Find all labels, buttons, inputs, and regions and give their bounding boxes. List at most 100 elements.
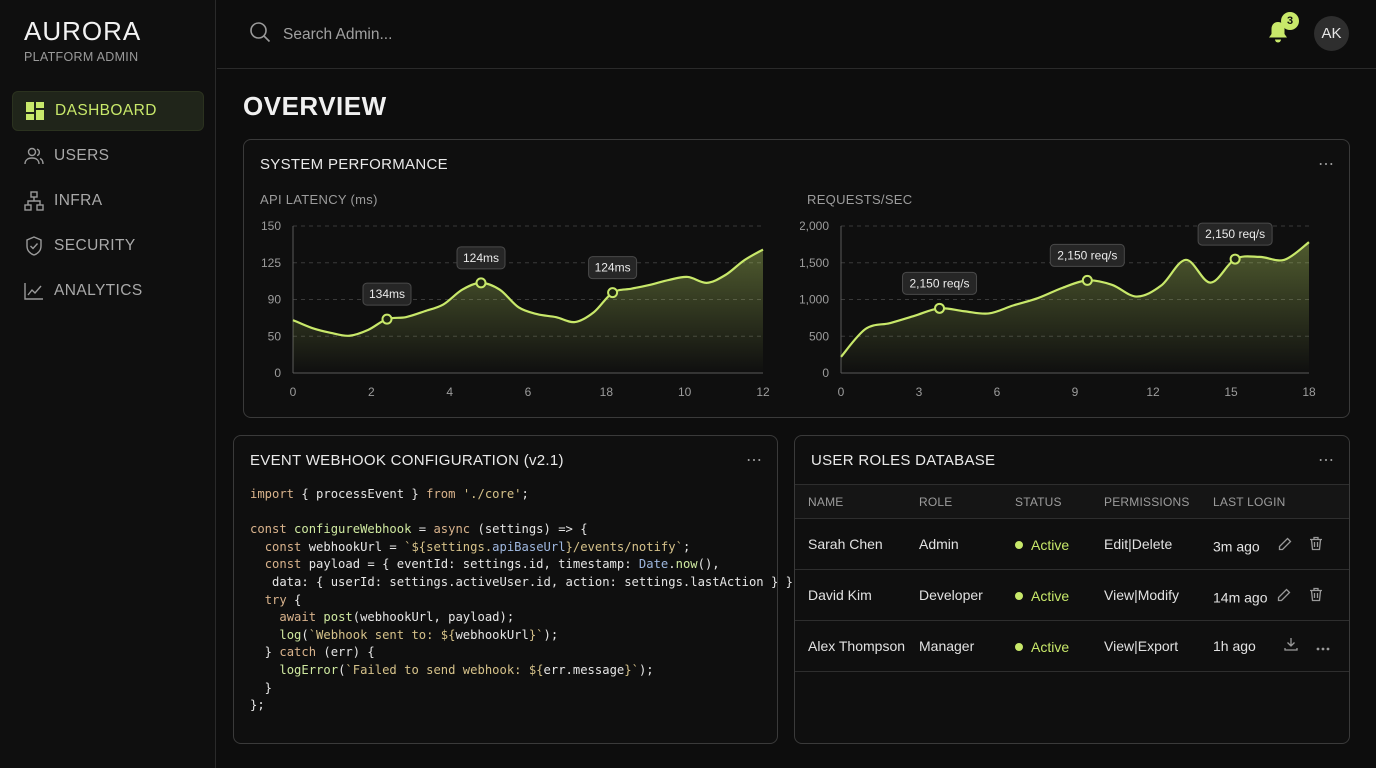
column-header[interactable]: LAST LOGIN (1213, 484, 1349, 519)
more-options-icon[interactable]: ⋯ (1318, 450, 1335, 470)
last-login-cell: 3m ago (1213, 518, 1349, 570)
edit-icon[interactable] (1273, 584, 1295, 606)
data-point (934, 302, 946, 314)
x-tick-label: 10 (678, 385, 692, 399)
x-tick-label: 18 (600, 385, 614, 399)
infra-icon (24, 191, 44, 211)
table-row[interactable]: Alex Thompson Manager Active View|Export… (795, 620, 1349, 672)
table-row[interactable]: Sarah Chen Admin Active Edit|Delete 3m a… (795, 518, 1349, 570)
status-badge: Active (1015, 639, 1069, 655)
sidebar-item-label: ANALYTICS (54, 282, 143, 299)
code-block: import { processEvent } from './core'; c… (250, 487, 801, 713)
user-role: Manager (919, 620, 1015, 672)
status-badge: Active (1015, 588, 1069, 604)
status-cell: Active (1015, 518, 1104, 570)
status-dot (1015, 591, 1023, 600)
user-permissions: View|Modify (1104, 569, 1213, 621)
sidebar-item-infra[interactable]: INFRA (12, 181, 204, 221)
last-login-cell: 1h ago (1213, 620, 1349, 672)
user-name: Sarah Chen (795, 518, 919, 570)
user-roles-table: NAME ROLE STATUS PERMISSIONS LAST LOGIN … (795, 484, 1349, 672)
data-point (1229, 253, 1241, 265)
more-options-icon[interactable]: ⋯ (746, 450, 763, 470)
brand-name: AURORA (24, 16, 142, 46)
y-tick-label: 50 (268, 329, 282, 343)
status-badge: Active (1015, 537, 1069, 553)
edit-icon[interactable] (1274, 533, 1296, 555)
search-input[interactable] (283, 25, 683, 44)
last-login: 3m ago (1213, 538, 1260, 555)
chart-title: API LATENCY (ms) (260, 192, 378, 207)
data-point (381, 313, 393, 325)
x-tick-label: 0 (838, 385, 845, 399)
search-icon (249, 21, 271, 48)
last-login: 1h ago (1213, 637, 1256, 654)
y-tick-label: 0 (822, 366, 829, 380)
table-row[interactable]: David Kim Developer Active View|Modify 1… (795, 569, 1349, 621)
user-name: Alex Thompson (795, 620, 919, 672)
card-title: USER ROLES DATABASE (811, 452, 996, 469)
data-point (1081, 274, 1093, 286)
user-role: Developer (919, 569, 1015, 621)
status-cell: Active (1015, 569, 1104, 621)
y-tick-label: 90 (268, 293, 282, 307)
column-header[interactable]: STATUS (1015, 484, 1104, 519)
sidebar-item-users[interactable]: USERS (12, 136, 204, 176)
avatar[interactable]: AK (1314, 16, 1349, 51)
system-performance-card: SYSTEM PERFORMANCE ⋯ API LATENCY (ms) 15… (243, 139, 1350, 418)
last-login: 14m ago (1213, 589, 1268, 606)
tooltip-label: 2,150 req/s (1205, 227, 1265, 241)
sidebar-item-label: DASHBOARD (55, 102, 157, 119)
user-role: Admin (919, 518, 1015, 570)
x-tick-label: 6 (994, 385, 1001, 399)
x-tick-label: 6 (525, 385, 532, 399)
requests-chart: 2,000 1,500 1,000 500 00 3 6 9 12 15 18 2,150 req/s… (800, 219, 1316, 399)
column-header[interactable]: NAME (795, 484, 919, 519)
status-cell: Active (1015, 620, 1104, 672)
download-icon[interactable] (1280, 633, 1302, 655)
column-header[interactable]: PERMISSIONS (1104, 484, 1213, 519)
y-tick-label: 500 (809, 329, 829, 343)
analytics-icon (24, 281, 44, 301)
sidebar-item-dashboard[interactable]: DASHBOARD (12, 91, 204, 131)
x-tick-label: 12 (1146, 385, 1160, 399)
sidebar-nav: DASHBOARD USERS INFRA SECURITY ANALYTICS (12, 91, 204, 316)
x-tick-label: 4 (446, 385, 453, 399)
x-tick-label: 15 (1224, 385, 1238, 399)
data-point (607, 287, 619, 299)
more-options-icon[interactable]: ⋯ (1318, 154, 1335, 174)
x-tick-label: 3 (916, 385, 923, 399)
sidebar-item-analytics[interactable]: ANALYTICS (12, 271, 204, 311)
chart-title: REQUESTS/SEC (807, 192, 913, 207)
trash-icon[interactable] (1305, 533, 1327, 555)
top-bar: 3 AK (217, 0, 1376, 69)
x-tick-label: 9 (1072, 385, 1079, 399)
more-icon[interactable] (1312, 638, 1334, 660)
notification-badge: 3 (1281, 12, 1299, 30)
y-tick-label: 2,000 (800, 219, 829, 233)
y-tick-label: 150 (261, 219, 281, 233)
user-roles-card: USER ROLES DATABASE ⋯ NAME ROLE STATUS P… (794, 435, 1350, 744)
status-label: Active (1031, 536, 1070, 553)
latency-chart: 150 125 90 50 00 2 4 6 18 10 12 134ms 124ms 124ms (261, 219, 770, 399)
sidebar: AURORA PLATFORM ADMIN DASHBOARD USERS IN… (0, 0, 216, 768)
x-tick-label: 0 (290, 385, 297, 399)
sidebar-item-label: INFRA (54, 192, 103, 209)
user-permissions: Edit|Delete (1104, 518, 1213, 570)
table-header-row: NAME ROLE STATUS PERMISSIONS LAST LOGIN (795, 484, 1349, 519)
page-title: OVERVIEW (243, 91, 387, 121)
tooltip-label: 134ms (369, 287, 405, 301)
data-point (475, 277, 487, 289)
tooltip-label: 124ms (595, 261, 631, 275)
status-label: Active (1031, 638, 1070, 655)
trash-icon[interactable] (1305, 584, 1327, 606)
x-tick-label: 2 (368, 385, 375, 399)
x-tick-label: 12 (756, 385, 770, 399)
user-permissions: View|Export (1104, 620, 1213, 672)
search-bar (249, 21, 683, 48)
y-tick-label: 1,500 (800, 256, 829, 270)
y-tick-label: 125 (261, 256, 281, 270)
column-header[interactable]: ROLE (919, 484, 1015, 519)
y-tick-label: 0 (274, 366, 281, 380)
sidebar-item-security[interactable]: SECURITY (12, 226, 204, 266)
